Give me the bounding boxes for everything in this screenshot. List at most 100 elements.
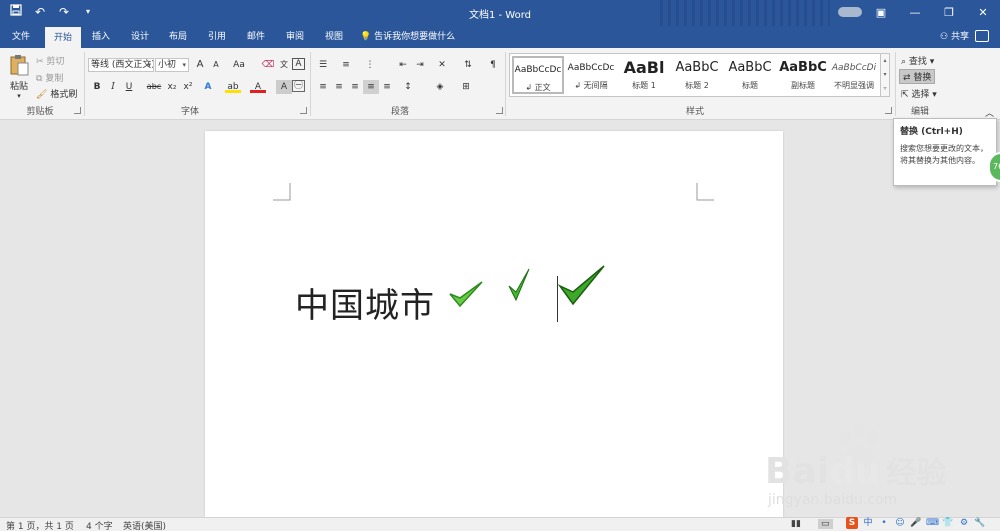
- sogou-icon[interactable]: S: [846, 517, 858, 529]
- tab-view[interactable]: 视图: [319, 26, 349, 48]
- close-icon[interactable]: ✕: [966, 0, 1000, 26]
- underline-button[interactable]: U: [121, 80, 137, 94]
- style-subtitle[interactable]: AaBbC 副标题: [777, 56, 829, 94]
- margin-corner-top-left: [273, 183, 291, 201]
- tell-me-text: 告诉我你想要做什么: [374, 32, 456, 42]
- replace-button[interactable]: ⇄ 替换: [899, 69, 936, 84]
- distributed-icon[interactable]: ≡: [379, 80, 395, 94]
- line-spacing-icon[interactable]: ↕: [400, 80, 416, 94]
- cursor-icon: ⇱: [901, 90, 909, 100]
- chevron-down-icon: ▾: [182, 61, 186, 69]
- style-name: ↲ 无间隔: [574, 81, 608, 90]
- emoji-icon[interactable]: ☺: [894, 517, 906, 529]
- style-name: 标题 2: [685, 81, 709, 90]
- comment-icon[interactable]: [975, 30, 989, 42]
- keyboard-icon[interactable]: ⌨: [926, 517, 939, 529]
- copy-button[interactable]: ⧉ 复制: [36, 71, 63, 84]
- align-left-icon[interactable]: ≡: [315, 80, 331, 94]
- punctuation-icon[interactable]: •: [878, 517, 890, 529]
- tab-insert[interactable]: 插入: [86, 26, 116, 48]
- font-name-combo[interactable]: 等线 (西文正文) ▾: [88, 58, 154, 72]
- styles-launcher-icon[interactable]: [885, 107, 892, 114]
- character-border-button[interactable]: A: [292, 58, 305, 70]
- enclose-characters-icon[interactable]: ㊀: [292, 80, 305, 92]
- tab-mailings[interactable]: 邮件: [241, 26, 271, 48]
- increase-indent-icon[interactable]: ⇥: [412, 58, 428, 72]
- phonetic-guide-button[interactable]: 文: [276, 58, 292, 72]
- ime-language[interactable]: 中: [862, 517, 874, 529]
- toolbox-icon[interactable]: ⚙: [958, 517, 970, 529]
- text-effects-button[interactable]: A: [200, 80, 216, 94]
- page-count[interactable]: 第 1 页，共 1 页: [6, 519, 74, 531]
- user-avatar[interactable]: [838, 7, 862, 17]
- tab-references[interactable]: 引用: [202, 26, 232, 48]
- font-size-combo[interactable]: 小初 ▾: [155, 58, 189, 72]
- change-case-button[interactable]: Aa: [228, 58, 250, 72]
- style-heading-2[interactable]: AaBbC 标题 2: [671, 56, 723, 94]
- subscript-button[interactable]: x₂: [164, 80, 180, 94]
- style-name: 不明显强调: [834, 81, 874, 90]
- decrease-indent-icon[interactable]: ⇤: [395, 58, 411, 72]
- font-color-button[interactable]: A: [250, 80, 266, 93]
- paragraph-launcher-icon[interactable]: [496, 107, 503, 114]
- style-heading-1[interactable]: AaBl 标题 1: [618, 56, 670, 94]
- word-count[interactable]: 4 个字: [86, 519, 113, 531]
- clipboard-launcher-icon[interactable]: [74, 107, 81, 114]
- replace-tooltip: 替换 (Ctrl+H) 搜索您想要更改的文本，将其替换为其他内容。: [893, 118, 997, 186]
- minimize-icon[interactable]: —: [898, 0, 932, 26]
- align-right-icon[interactable]: ≡: [347, 80, 363, 94]
- style-name: 副标题: [791, 81, 815, 90]
- grow-font-button[interactable]: A: [192, 58, 208, 72]
- microphone-icon[interactable]: 🎤: [910, 517, 922, 529]
- gallery-scroll[interactable]: ▴ ▾ ▿: [880, 53, 890, 97]
- justify-icon[interactable]: ≡: [363, 80, 379, 94]
- document-text[interactable]: 中国城市: [295, 278, 435, 327]
- strikethrough-button[interactable]: abc: [144, 80, 164, 94]
- font-launcher-icon[interactable]: [300, 107, 307, 114]
- character-shading-button[interactable]: A: [276, 80, 292, 94]
- format-painter-button[interactable]: 🖌 格式刷: [36, 87, 77, 100]
- copy-icon: ⧉: [36, 74, 43, 84]
- share-button[interactable]: ⚇ 共享: [940, 26, 969, 48]
- cut-label: 剪切: [46, 57, 65, 67]
- highlight-button[interactable]: ab: [225, 80, 241, 93]
- tab-home[interactable]: 开始: [45, 26, 81, 48]
- shrink-font-button[interactable]: A: [208, 58, 224, 72]
- sort-icon[interactable]: ⇅: [460, 58, 476, 72]
- cut-button[interactable]: ✂ 剪切: [36, 54, 64, 67]
- style-normal[interactable]: AaBbCcDc ↲ 正文: [512, 56, 564, 94]
- tab-design[interactable]: 设计: [125, 26, 155, 48]
- paste-button[interactable]: 粘贴 ▾: [8, 54, 30, 100]
- bold-button[interactable]: B: [89, 80, 105, 94]
- tab-review[interactable]: 审阅: [280, 26, 310, 48]
- shading-icon[interactable]: ◈: [432, 80, 448, 94]
- language-status[interactable]: 英语(美国): [123, 519, 166, 531]
- clear-formatting-icon[interactable]: ⌫: [260, 58, 276, 72]
- print-layout-icon[interactable]: ▭: [818, 519, 833, 529]
- read-mode-icon[interactable]: ▮▮: [791, 519, 801, 529]
- replace-icon: ⇄: [903, 73, 911, 83]
- ribbon-display-options-icon[interactable]: ▣: [864, 0, 898, 26]
- numbering-icon[interactable]: ≡: [338, 58, 354, 72]
- style-no-spacing[interactable]: AaBbCcDc ↲ 无间隔: [565, 56, 617, 94]
- bullets-icon[interactable]: ☰: [315, 58, 331, 72]
- superscript-button[interactable]: x²: [180, 80, 196, 94]
- tab-file[interactable]: 文件: [6, 26, 36, 48]
- borders-icon[interactable]: ⊞: [458, 80, 474, 94]
- tab-layout[interactable]: 布局: [163, 26, 193, 48]
- style-title[interactable]: AaBbC 标题: [724, 56, 776, 94]
- italic-button[interactable]: I: [105, 80, 121, 94]
- wrench-icon[interactable]: 🔧: [974, 517, 986, 529]
- show-marks-icon[interactable]: ¶: [485, 58, 501, 72]
- multilevel-list-icon[interactable]: ⋮: [362, 58, 378, 72]
- find-button[interactable]: ⌕ 查找 ▾: [901, 54, 934, 67]
- font-group-label: 字体: [180, 107, 199, 117]
- restore-icon[interactable]: ❐: [932, 0, 966, 26]
- chevron-down-icon: ▾: [147, 61, 151, 69]
- align-center-icon[interactable]: ≡: [331, 80, 347, 94]
- skin-icon[interactable]: 👕: [942, 517, 954, 529]
- style-subtle-emphasis[interactable]: AaBbCcDi 不明显强调: [828, 56, 880, 94]
- tell-me-box[interactable]: 💡 告诉我你想要做什么: [360, 26, 455, 48]
- asian-layout-icon[interactable]: ✕: [434, 58, 450, 72]
- select-button[interactable]: ⇱ 选择 ▾: [901, 87, 937, 100]
